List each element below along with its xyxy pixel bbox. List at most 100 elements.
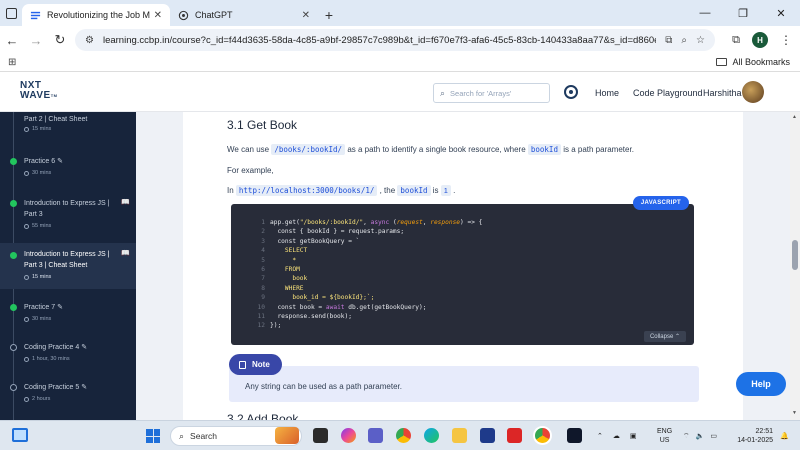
reload-icon[interactable]: ↻ [48,26,72,54]
nxtwave-logo[interactable]: NXT WAVETM [20,81,58,101]
sidebar-item-coding-practice-4[interactable]: Coding Practice 4 ✎ 1 hour, 30 mins [0,337,136,371]
all-bookmarks-button[interactable]: All Bookmarks [716,57,790,67]
note-icon [239,360,246,369]
clock-icon [24,274,29,280]
line-number: 7 [261,275,265,283]
close-window-icon[interactable]: ✕ [762,0,800,26]
collapse-button[interactable]: Collapse ⌃ [643,331,686,342]
edge-icon[interactable] [424,428,439,443]
code-lines[interactable]: app.get("/books/:bookId/", async (reques… [270,218,482,331]
inline-code: http://localhost:3000/books/1/ [235,185,378,196]
profile-avatar[interactable]: H [752,32,768,48]
sidebar-item-practice-7[interactable]: Practice 7 ✎ 30 mins [0,296,136,330]
tab-job-market[interactable]: Revolutionizing the Job Market ✕ [22,4,170,26]
scrollbar-thumb[interactable] [792,240,798,270]
quick-settings[interactable]: ⌔ 🔈 ▭ [683,421,717,450]
taskbar-clock[interactable]: 22:51 14-01-2025 [733,427,773,445]
file-explorer-icon[interactable] [452,428,467,443]
inline-code: /books/:bookId/ [271,144,346,155]
widgets-icon[interactable] [12,428,28,442]
scroll-up-icon[interactable]: ▲ [792,114,797,120]
close-tab-icon[interactable]: ✕ [302,10,310,21]
completed-dot-icon [10,304,17,311]
code-line: FROM [270,265,300,273]
clock-icon [24,170,29,176]
main-content: 3.1 Get Book We can use /books/:bookId/ … [136,112,790,420]
toolbar-right: ⧉ H ⋮ [732,26,792,54]
close-tab-icon[interactable]: ✕ [154,10,162,21]
code-line: response.send(book); [270,312,352,320]
browser-tab-bar: Revolutionizing the Job Market ✕ ChatGPT… [0,0,800,26]
minimize-icon[interactable]: — [686,0,724,26]
task-view-icon[interactable] [313,428,328,443]
cloud-icon[interactable]: ☁ [613,432,620,440]
chrome-active-icon[interactable] [535,428,550,443]
clock-icon [24,126,29,132]
search-highlight-icon[interactable] [275,427,299,444]
store-icon[interactable] [480,428,495,443]
url-omnibox[interactable]: ⚙ learning.ccbp.in/course?c_id=f44d3635-… [75,29,715,51]
help-button[interactable]: Help [736,372,786,396]
folder-icon [716,58,728,66]
nav-code-playground[interactable]: Code Playground [633,88,703,98]
forward-icon[interactable]: → [24,26,48,54]
site-info-icon[interactable]: ⚙ [85,35,94,46]
extensions-icon[interactable]: ⧉ [732,34,740,47]
windows-taskbar: ⌕ Search ⌃ ☁ ▣ ENG US ⌔ 🔈 ▭ 22:51 14-01-2… [0,420,800,450]
code-line: book_id = ${bookId};`; [270,294,375,302]
code-line: WHERE [270,284,304,292]
tab-chatgpt[interactable]: ChatGPT ✕ [170,4,318,26]
next-section-heading: 3.2 Add Book [227,412,299,420]
line-number: 10 [257,303,265,311]
book-icon: 📖 [121,250,130,257]
menu-kebab-icon[interactable]: ⋮ [780,33,792,47]
new-tab-button[interactable]: + [318,4,340,26]
sidebar-item-cheat-sheet-2[interactable]: Part 2 | Cheat Sheet 15 mins [0,112,136,140]
start-icon[interactable] [146,429,160,443]
teams-icon[interactable] [368,428,383,443]
page-scrollbar[interactable]: ▲ ▼ [790,112,800,420]
inline-code: bookId [397,185,431,196]
bookmark-star-icon[interactable]: ☆ [696,35,705,46]
chevron-up-icon[interactable]: ⌃ [597,432,603,440]
completed-dot-icon [10,200,17,207]
install-app-icon[interactable]: ⧉ [665,35,672,46]
paragraph-example: For example, [227,166,274,175]
zoom-icon[interactable]: ⌕ [681,35,687,46]
line-number: 4 [261,247,265,255]
app-tray-icon[interactable]: ▣ [630,432,637,440]
streak-icon[interactable] [564,85,578,99]
nav-home[interactable]: Home [595,88,619,98]
inline-number: 1 [440,185,451,196]
back-icon[interactable]: ← [0,26,24,54]
search-placeholder: Search for 'Arrays' [450,88,512,98]
completed-dot-icon [10,158,17,165]
apps-grid-icon[interactable]: ⊞ [8,57,16,68]
sidebar-item-coding-practice-5[interactable]: Coding Practice 5 ✎ 2 hours [0,377,136,411]
tab-title: ChatGPT [195,10,233,20]
tab-title: Revolutionizing the Job Market [47,10,150,20]
clock-icon [24,356,29,362]
sidebar-item-practice-6[interactable]: Practice 6 ✎ 30 mins [0,150,136,184]
sidebar-item-express-part-3[interactable]: Introduction to Express JS | Part 3 📖 55… [0,192,136,236]
terminal-icon[interactable] [567,428,582,443]
office-icon[interactable] [507,428,522,443]
site-favicon-icon [30,11,41,19]
copilot-icon[interactable] [341,428,356,443]
line-number: 9 [261,294,265,302]
notifications-icon[interactable]: 🔔 [780,421,789,450]
section-heading: 3.1 Get Book [227,118,298,132]
maximize-icon[interactable]: ❐ [724,0,762,26]
nav-user-name[interactable]: Harshitha [703,88,742,98]
scroll-down-icon[interactable]: ▼ [792,410,797,416]
tab-actions-icon[interactable] [0,0,22,26]
search-input[interactable]: ⌕ Search for 'Arrays' [433,83,550,103]
sidebar-item-express-part-3-cheat-sheet[interactable]: Introduction to Express JS | Part 3 | Ch… [0,243,136,289]
language-indicator[interactable]: ENG US [657,427,672,445]
code-line: const { bookId } = request.params; [270,228,405,236]
course-sidebar: Part 2 | Cheat Sheet 15 mins Practice 6 … [0,112,136,420]
user-avatar[interactable] [742,81,764,103]
chrome-icon[interactable] [396,428,411,443]
volume-icon: 🔈 [695,433,705,440]
search-icon: ⌕ [179,430,185,441]
